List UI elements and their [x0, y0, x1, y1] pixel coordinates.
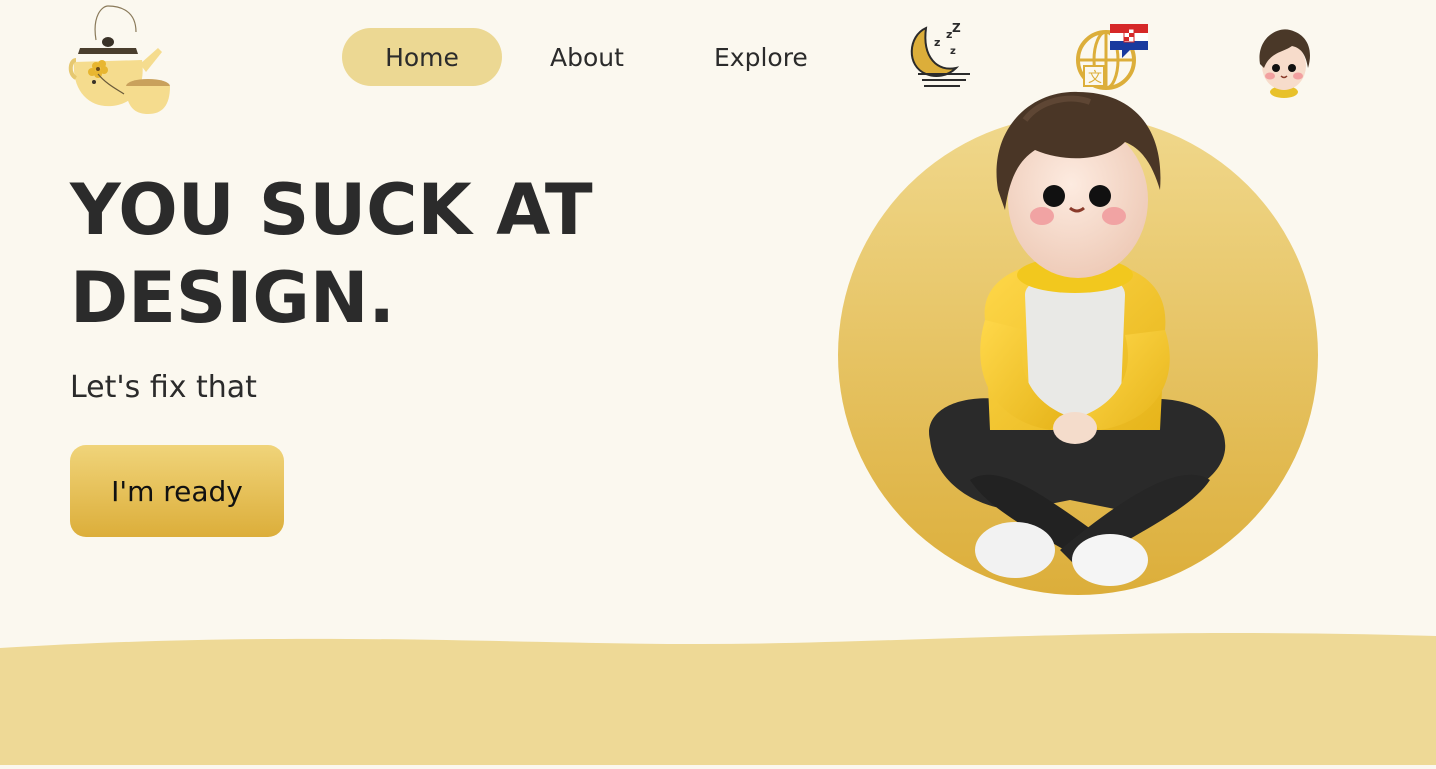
- svg-text:Z: Z: [952, 21, 961, 35]
- sitting-character-illustration: [820, 80, 1340, 610]
- nav-about-link[interactable]: About: [550, 28, 624, 86]
- svg-text:z: z: [950, 46, 956, 57]
- hero-headline: YOU SUCK AT DESIGN.: [70, 166, 790, 342]
- im-ready-button[interactable]: I'm ready: [70, 445, 284, 537]
- teapot-logo-icon[interactable]: [66, 2, 176, 120]
- nav-home-tab[interactable]: Home: [342, 28, 502, 86]
- hero-headline-line2: DESIGN.: [70, 257, 396, 339]
- svg-text:z: z: [934, 36, 940, 49]
- footer-wave: [0, 620, 1436, 765]
- im-ready-button-label: I'm ready: [111, 474, 243, 508]
- nav-about-label: About: [550, 42, 624, 72]
- nav-explore-link[interactable]: Explore: [714, 28, 808, 86]
- hero-headline-line1: YOU SUCK AT: [70, 169, 593, 251]
- croatian-flag-icon: [1110, 24, 1148, 58]
- nav-home-label: Home: [385, 42, 459, 72]
- hero-subtitle: Let's fix that: [70, 370, 257, 405]
- nav-explore-label: Explore: [714, 42, 808, 72]
